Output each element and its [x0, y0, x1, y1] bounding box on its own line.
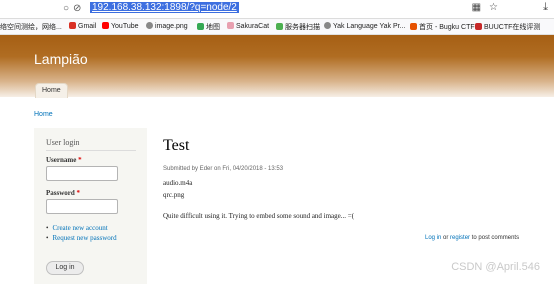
username-label: Username * [46, 156, 82, 164]
login-link[interactable]: Log in [425, 235, 441, 241]
bookmark-item[interactable]: 络空间测绘，网络... [0, 22, 62, 32]
bookmark-buuctf[interactable]: BUUCTF在线评测 [475, 22, 540, 32]
bookmark-yak[interactable]: Yak Language Yak Pr... [324, 22, 405, 30]
password-label: Password * [46, 189, 81, 197]
bookmark-bugku[interactable]: 首页 - Bugku CTF [410, 22, 475, 32]
node-title: Test [163, 137, 190, 154]
request-password-link[interactable]: Request new password [46, 234, 116, 242]
register-link[interactable]: register [450, 235, 470, 241]
address-bar-actions: ▦ ☆ [464, 2, 498, 13]
site-name[interactable]: Lampião [34, 51, 88, 67]
username-field[interactable] [46, 166, 118, 181]
login-button[interactable]: Log in [46, 261, 84, 275]
gmail-icon [69, 22, 76, 29]
user-login-block: User login Username * Password * Create … [34, 128, 147, 284]
address-bar[interactable]: ○⊘ 192.168.38.132:1898/?q=node/2 ▦ ☆ ⤓ [0, 0, 554, 19]
bookmark-star-icon[interactable]: ☆ [489, 2, 498, 13]
shield-lock-icons: ○⊘ [63, 3, 86, 14]
watermark: CSDN @April.546 [451, 261, 540, 273]
bookmarks-bar: 络空间测绘，网络... Gmail YouTube image.png 地图 S… [0, 19, 554, 35]
create-account-link[interactable]: Create new account [46, 224, 117, 232]
youtube-icon [102, 22, 109, 29]
file-audio: audio.m4a [163, 179, 193, 187]
password-field[interactable] [46, 199, 118, 214]
browser-chrome: ○⊘ 192.168.38.132:1898/?q=node/2 ▦ ☆ ⤓ 络空… [0, 0, 554, 35]
tab-home[interactable]: Home [35, 83, 68, 98]
map-icon [197, 23, 204, 30]
bookmark-gmail[interactable]: Gmail [69, 22, 96, 30]
bookmark-map[interactable]: 地图 [197, 22, 220, 32]
breadcrumb[interactable]: Home [34, 111, 53, 118]
bookmark-youtube[interactable]: YouTube [102, 22, 139, 30]
block-title: User login [46, 138, 136, 151]
globe-icon [146, 22, 153, 29]
bookmark-scan[interactable]: 服务器扫描 [276, 22, 320, 32]
comment-links: Log in or register to post comments [425, 235, 520, 241]
site-header: Lampião Home [0, 35, 554, 98]
file-image: qrc.png [163, 191, 185, 199]
login-links: Create new account Request new password [46, 224, 117, 244]
bugku-icon [410, 23, 417, 30]
url-text[interactable]: 192.168.38.132:1898/?q=node/2 [90, 2, 239, 13]
qr-icon[interactable]: ▦ [472, 2, 481, 13]
submitted-info: Submitted by Eder on Fri, 04/20/2018 - 1… [163, 166, 284, 172]
sakura-icon [227, 22, 234, 29]
download-icon[interactable]: ⤓ [543, 1, 548, 14]
bookmark-sakuracat[interactable]: SakuraCat [227, 22, 269, 30]
globe-icon [324, 22, 331, 29]
bookmark-image[interactable]: image.png [146, 22, 188, 30]
node-body: Quite difficult using it. Trying to embe… [163, 212, 355, 220]
scan-icon [276, 23, 283, 30]
buuctf-icon [475, 23, 482, 30]
